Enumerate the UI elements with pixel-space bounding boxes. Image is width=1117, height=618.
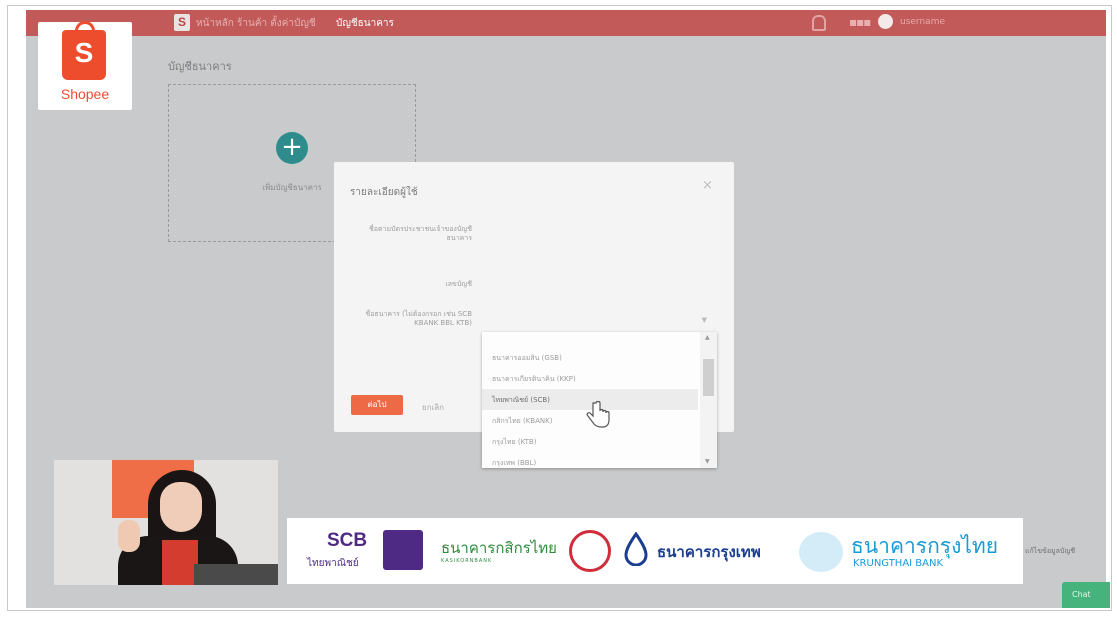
modal-title: รายละเอียดผู้ใช้ — [350, 187, 418, 198]
scb-thai-name: ไทยพาณิชย์ — [307, 558, 359, 569]
hand-cursor-icon — [586, 400, 610, 428]
chat-label: Chat — [1072, 590, 1091, 599]
breadcrumb-parent[interactable]: หน้าหลัก ร้านค้า ตั้งค่าบัญชี — [196, 16, 316, 31]
option-label: ธนาคารออมสิน (GSB) — [492, 354, 562, 362]
account-number-field[interactable] — [483, 274, 709, 292]
presenter-video — [54, 460, 278, 585]
dropdown-option-kkp[interactable]: ธนาคารเกียรตินาคิน (KKP) — [482, 368, 698, 389]
shopping-bag-icon: S — [62, 21, 106, 80]
bangkok-bank-emblem-icon — [624, 532, 648, 566]
top-navigation-bar: S หน้าหลัก ร้านค้า ตั้งค่าบัญชี บัญชีธนา… — [26, 10, 1106, 36]
avatar[interactable] — [878, 14, 893, 29]
scroll-down-icon[interactable]: ▼ — [705, 458, 710, 465]
apps-grid-icon[interactable]: ▪▪▪ — [849, 15, 871, 29]
dropdown-option-ktb[interactable]: กรุงไทย (KTB) — [482, 431, 698, 452]
chevron-down-icon: ▼ — [701, 316, 707, 324]
bank-name-label: ชื่อธนาคาร (ไม่ต้องกรอก เช่น SCB KBANK B… — [365, 310, 472, 327]
next-button[interactable]: ต่อไป — [351, 395, 403, 415]
krungthai-logo: ธนาคารกรุงไทย KRUNGTHAI BANK — [799, 518, 1019, 584]
account-name-field[interactable] — [483, 224, 709, 242]
scroll-thumb[interactable] — [703, 359, 714, 396]
option-label: กรุงเทพ (BBL) — [492, 459, 537, 467]
presenter-hand — [118, 520, 140, 552]
option-label: กรุงไทย (KTB) — [492, 438, 537, 446]
seller-centre-logo[interactable]: S — [174, 14, 190, 31]
shopee-logo: S Shopee — [38, 21, 132, 110]
bell-icon[interactable] — [812, 15, 826, 31]
krungthai-emblem-icon — [799, 532, 843, 572]
kasikorn-logo: ธนาคารกสิกรไทย KASIKORNBANK — [441, 518, 611, 584]
presenter-face — [160, 482, 202, 532]
logo-text: Shopee — [60, 86, 110, 102]
account-number-label: เลขบัญชี — [445, 280, 472, 288]
presenter-shirt — [162, 540, 198, 585]
dropdown-option-gsb[interactable]: ธนาคารออมสิน (GSB) — [482, 347, 698, 368]
option-label: กสิกรไทย (KBANK) — [492, 417, 553, 425]
bangkok-bank-thai-name: ธนาคารกรุงเทพ — [657, 544, 761, 561]
dropdown-option-bbl[interactable]: กรุงเทพ (BBL) — [482, 452, 698, 468]
dropdown-scrollbar[interactable]: ▲ ▼ — [700, 332, 717, 468]
scb-name: SCB — [327, 530, 368, 551]
logo-letter: S — [74, 37, 94, 68]
close-icon[interactable]: × — [702, 178, 713, 193]
page-title: บัญชีธนาคาร — [168, 60, 232, 73]
bank-select[interactable]: ▼ — [483, 312, 709, 330]
username[interactable]: username — [900, 17, 945, 27]
chat-button[interactable]: Chat — [1062, 582, 1110, 608]
scb-emblem-icon — [383, 530, 423, 570]
breadcrumb-current: บัญชีธนาคาร — [336, 18, 394, 29]
bag-handle — [75, 21, 95, 36]
laptop — [194, 564, 278, 585]
add-bank-account-label: เพิ่มบัญชีธนาคาร — [262, 183, 322, 192]
kasikorn-emblem-icon — [569, 530, 611, 572]
scroll-up-icon[interactable]: ▲ — [705, 334, 710, 341]
scb-logo: SCB ไทยพาณิชย์ — [287, 518, 427, 584]
option-label: ธนาคารเกียรตินาคิน (KKP) — [492, 375, 576, 383]
kasikorn-thai-name: ธนาคารกสิกรไทย — [441, 539, 557, 557]
option-label: ไทยพาณิชย์ (SCB) — [492, 396, 550, 404]
krungthai-english-name: KRUNGTHAI BANK — [853, 558, 944, 569]
kasikorn-english-name: KASIKORNBANK — [441, 558, 493, 564]
side-hint-text: แก้ไขข้อมูลบัญชี — [1025, 547, 1076, 555]
account-name-label: ชื่อตามบัตรประชาชนเจ้าของบัญชีธนาคาร — [369, 225, 472, 242]
bangkok-bank-logo: ธนาคารกรุงเทพ — [621, 518, 791, 584]
cancel-button[interactable]: ยกเลิก — [422, 401, 444, 414]
add-bank-account-button[interactable]: + — [276, 132, 308, 164]
bank-logos-banner: SCB ไทยพาณิชย์ ธนาคารกสิกรไทย KASIKORNBA… — [287, 518, 1023, 584]
